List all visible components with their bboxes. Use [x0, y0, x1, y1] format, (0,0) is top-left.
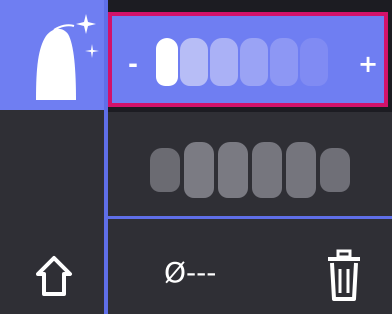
shade-preview-3 [218, 142, 248, 198]
decrement-button[interactable]: - [128, 52, 138, 76]
shade-option-5[interactable] [270, 38, 298, 86]
shade-panel: - + Ø--- [0, 0, 392, 314]
shade-option-1[interactable] [156, 38, 178, 86]
shade-preview-5 [286, 142, 316, 198]
shade-preview-row [108, 112, 392, 216]
bottom-bar: Ø--- [108, 216, 392, 314]
shade-preview-6 [320, 148, 350, 192]
tooth-with-sparkles-icon [36, 14, 99, 100]
shade-preview-1 [150, 148, 180, 192]
trash-icon [328, 249, 360, 301]
shade-selector-row: - + [108, 12, 388, 107]
home-icon [36, 256, 72, 296]
shade-selector-track [156, 38, 340, 86]
delete-button[interactable] [322, 247, 366, 303]
shade-option-2[interactable] [180, 38, 208, 86]
shade-option-6[interactable] [300, 38, 328, 86]
home-button[interactable] [28, 248, 80, 300]
shade-preview-group [150, 142, 360, 198]
add-shade-button[interactable] [0, 0, 104, 110]
empty-selection-label: Ø--- [164, 256, 217, 289]
shade-option-3[interactable] [210, 38, 238, 86]
increment-button[interactable]: + [358, 52, 378, 76]
shade-preview-4 [252, 142, 282, 198]
shade-preview-2 [184, 142, 214, 198]
shade-option-4[interactable] [240, 38, 268, 86]
